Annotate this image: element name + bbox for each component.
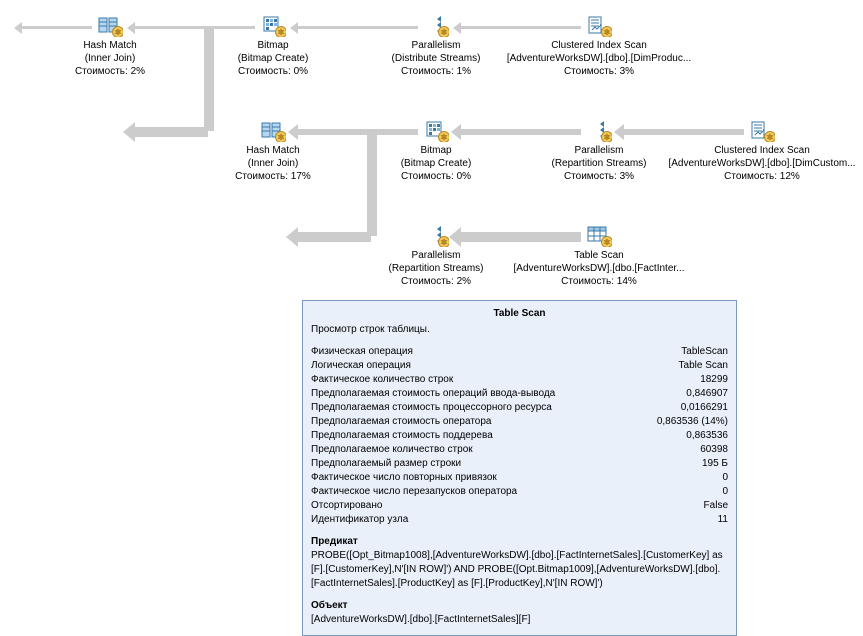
table-icon — [586, 225, 612, 247]
tooltip-table-scan: Table Scan Просмотр строк таблицы. Физич… — [302, 300, 737, 636]
hash-icon — [260, 120, 286, 142]
bmp-icon — [260, 15, 286, 37]
par-icon — [423, 225, 449, 247]
tooltip-section: ПредикатPROBE([Opt_Bitmap1008],[Adventur… — [311, 535, 728, 591]
tooltip-row: ОтсортированоFalse — [311, 499, 728, 513]
tooltip-desc: Просмотр строк таблицы. — [311, 323, 728, 337]
tooltip-row: Идентификатор узла11 — [311, 513, 728, 527]
tooltip-row: Фактическое количество строк18299 — [311, 373, 728, 387]
plan-node-cis2[interactable]: Clustered Index Scan[AdventureWorksDW].[… — [662, 120, 862, 183]
tooltip-section: Объект[AdventureWorksDW].[dbo].[FactInte… — [311, 599, 728, 627]
cis-icon — [586, 15, 612, 37]
par-icon — [423, 15, 449, 37]
tooltip-row: Предполагаемый размер строки195 Б — [311, 457, 728, 471]
bmp-icon — [423, 120, 449, 142]
plan-node-label: Table Scan[AdventureWorksDW].[dbo.[FactI… — [499, 249, 699, 288]
plan-node-label: Clustered Index Scan[AdventureWorksDW].[… — [662, 144, 862, 183]
plan-node-label: Clustered Index Scan[AdventureWorksDW].[… — [499, 39, 699, 78]
tooltip-row: Физическая операцияTableScan — [311, 345, 728, 359]
plan-node-tscan[interactable]: Table Scan[AdventureWorksDW].[dbo.[FactI… — [499, 225, 699, 288]
plan-node-cis1[interactable]: Clustered Index Scan[AdventureWorksDW].[… — [499, 15, 699, 78]
tooltip-row: Предполагаемая стоимость поддерева0,8635… — [311, 429, 728, 443]
hash-icon — [97, 15, 123, 37]
tooltip-row: Предполагаемое количество строк60398 — [311, 443, 728, 457]
cis-icon — [749, 120, 775, 142]
tooltip-row: Логическая операцияTable Scan — [311, 359, 728, 373]
execution-plan-canvas: Hash Match(Inner Join)Стоимость: 2%Bitma… — [10, 10, 853, 624]
tooltip-row: Фактическое число перезапусков оператора… — [311, 485, 728, 499]
tooltip-row: Предполагаемая стоимость операций ввода-… — [311, 387, 728, 401]
tooltip-title: Table Scan — [311, 307, 728, 321]
tooltip-row: Предполагаемая стоимость процессорного р… — [311, 401, 728, 415]
tooltip-row: Фактическое число повторных привязок0 — [311, 471, 728, 485]
tooltip-row: Предполагаемая стоимость оператора0,8635… — [311, 415, 728, 429]
par-icon — [586, 120, 612, 142]
